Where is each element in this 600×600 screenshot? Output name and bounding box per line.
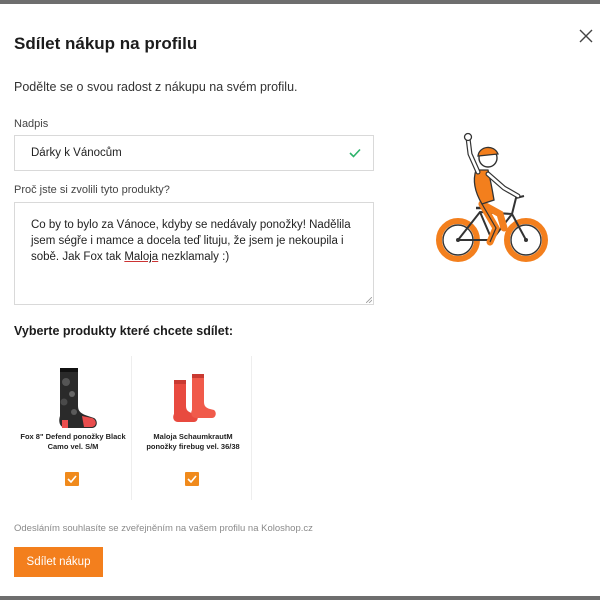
cyclist-illustration — [436, 132, 548, 262]
product-name: Fox 8" Defend ponožky Black Camo vel. S/… — [20, 432, 126, 451]
heading-field-label: Nadpis — [14, 118, 49, 130]
reason-text-misspelled: Maloja — [124, 251, 159, 263]
dialog-subtitle: Podělte se o svou radost z nákupu na své… — [14, 80, 298, 94]
check-icon — [349, 148, 361, 158]
share-purchase-button[interactable]: Sdílet nákup — [14, 547, 103, 577]
dialog-title: Sdílet nákup na profilu — [14, 34, 198, 53]
red-sock-image — [173, 374, 216, 422]
reason-textarea[interactable]: Co by to bylo za Vánoce, kdyby se nedáva… — [14, 202, 374, 305]
share-purchase-dialog: Sdílet nákup na profilu Podělte se o svo… — [0, 8, 600, 596]
checkbox-check-icon — [187, 475, 197, 483]
reason-field-label: Proč jste si zvolili tyto produkty? — [14, 184, 170, 196]
reason-text-part2: nezklamaly :) — [158, 251, 230, 263]
checkbox-check-icon — [67, 475, 77, 483]
close-icon — [579, 29, 593, 43]
dialog-frame: Sdílet nákup na profilu Podělte se o svo… — [0, 0, 600, 600]
product-name: Maloja SchaumkrautM ponožky firebug vel.… — [146, 432, 240, 451]
product-checkbox[interactable] — [65, 472, 79, 486]
product-card: Fox 8" Defend ponožky Black Camo vel. S/… — [14, 356, 132, 500]
product-card: Maloja SchaumkrautM ponožky firebug vel.… — [134, 356, 252, 500]
close-button[interactable] — [578, 28, 594, 44]
products-heading: Vyberte produkty které chcete sdílet: — [14, 324, 234, 338]
consent-text: Odesláním souhlasíte se zveřejněním na v… — [14, 523, 313, 534]
heading-input[interactable]: Dárky k Vánocům — [14, 135, 374, 171]
resize-handle-icon[interactable] — [366, 297, 372, 303]
black-camo-sock-image — [59, 368, 97, 428]
product-checkbox[interactable] — [185, 472, 199, 486]
